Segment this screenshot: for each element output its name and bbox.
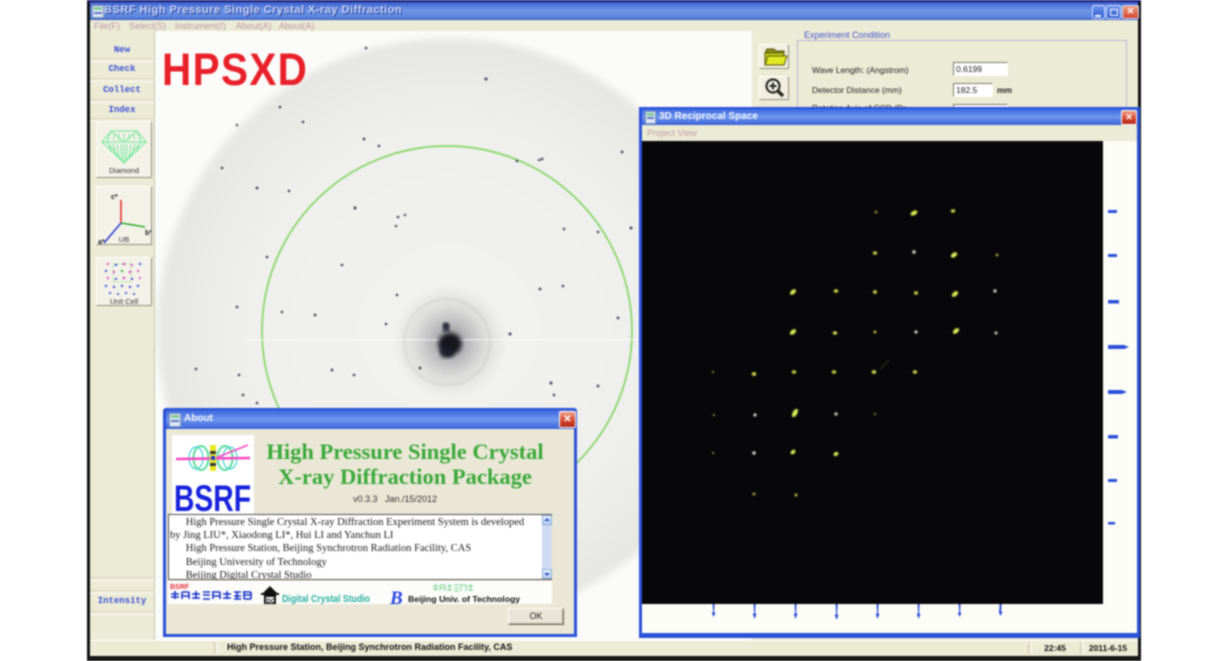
svg-text:DC: DC xyxy=(267,599,276,604)
svg-text:BSRF: BSRF xyxy=(170,584,190,591)
svg-text:BSRF: BSRF xyxy=(174,478,251,514)
svg-text:Beijing Univ. of Technology: Beijing Univ. of Technology xyxy=(408,594,520,604)
svg-text:B: B xyxy=(389,588,403,604)
svg-text:Digital Crystal Studio: Digital Crystal Studio xyxy=(282,593,370,604)
svg-text:c*: c* xyxy=(111,194,118,201)
